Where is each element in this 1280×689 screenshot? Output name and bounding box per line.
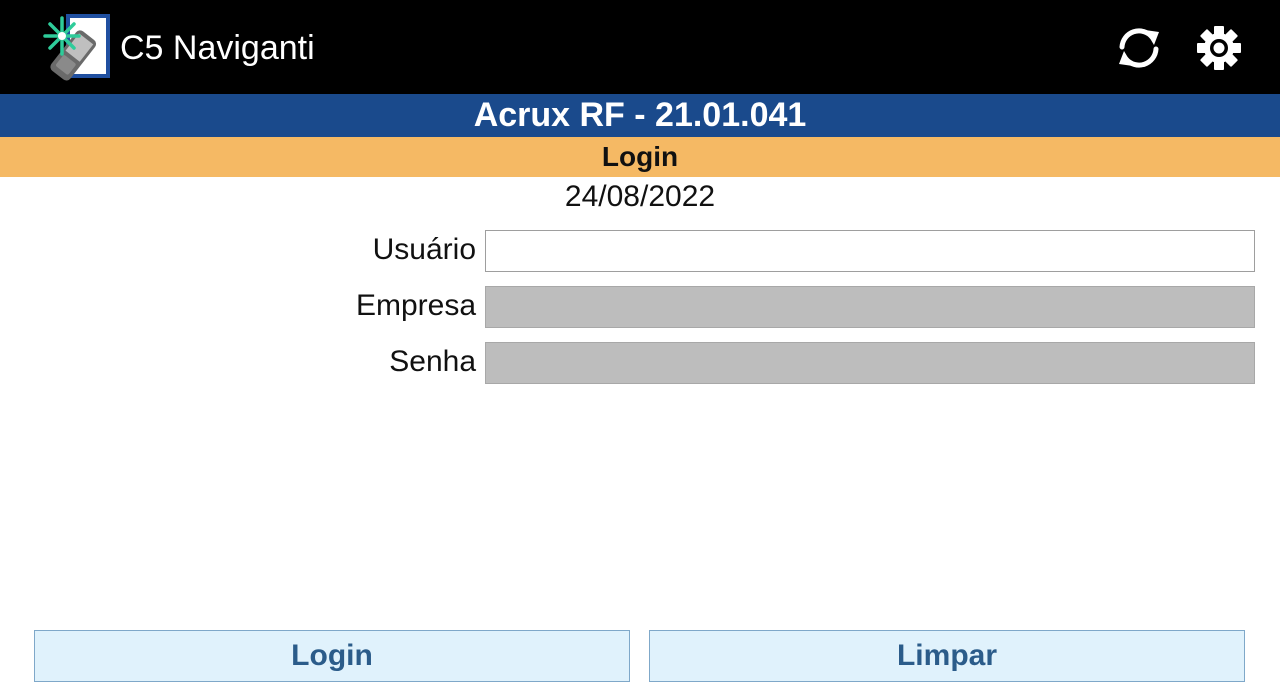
- handheld-scanner-icon: [43, 14, 110, 81]
- gear-icon[interactable]: [1196, 25, 1242, 71]
- app-title: C5 Naviganti: [120, 29, 315, 67]
- current-date: 24/08/2022: [564, 180, 716, 213]
- login-button[interactable]: Login: [34, 630, 630, 682]
- user-field[interactable]: [485, 230, 1255, 272]
- company-field[interactable]: [485, 286, 1255, 328]
- password-label: Senha: [389, 345, 476, 378]
- company-label: Empresa: [355, 289, 476, 322]
- version-banner: Acrux RF - 21.01.041: [0, 94, 1280, 137]
- user-label: Usuário: [372, 233, 476, 266]
- clear-button[interactable]: Limpar: [649, 630, 1245, 682]
- app-bar: C5 Naviganti: [0, 0, 1280, 94]
- password-field[interactable]: [485, 342, 1255, 384]
- sync-icon[interactable]: [1114, 25, 1164, 71]
- screen-title: Login: [0, 137, 1280, 177]
